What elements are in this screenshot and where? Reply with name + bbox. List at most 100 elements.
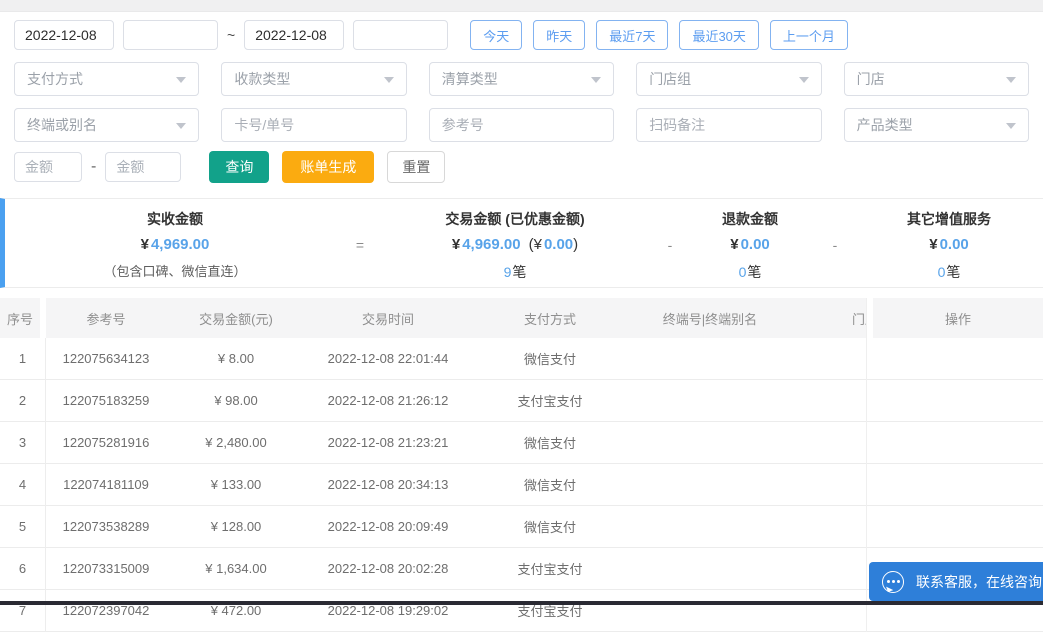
chevron-down-icon [1005,77,1016,83]
chevron-down-icon [176,123,187,129]
cell-terminal [630,338,790,380]
chat-bubble-icon [882,570,904,593]
store-group-select[interactable]: 门店组 [636,62,822,96]
refund-count-number: 0 [738,264,747,280]
end-date-input[interactable] [244,20,345,50]
store-placeholder: 门店 [856,71,885,87]
table-scroll-area[interactable]: 序号 参考号 交易金额(元) 交易时间 支付方式 终端号|终端别名 门店 1 1… [0,298,867,632]
cell-index: 4 [0,464,46,506]
minus-separator: - [667,237,673,253]
cell-actions [867,380,1043,422]
bottom-edge-bar [0,601,1043,605]
amount-action-row: - 查询 账单生成 重置 [14,151,1029,183]
chevron-down-icon [1005,123,1016,129]
summary-refund: 退款金额 ¥0.00 0笔 [685,208,815,280]
amount-max-input[interactable] [105,152,182,182]
amount-min-input[interactable] [14,152,82,182]
received-amount-note: （包含口碑、微信直连） [103,264,247,279]
cell-store [790,380,867,422]
cell-terminal [630,548,790,590]
today-button[interactable]: 今天 [470,20,523,50]
chevron-down-icon [591,77,602,83]
card-number-input[interactable] [221,108,407,142]
summary-received: 实收金额 ¥4,969.00 （包含口碑、微信直连） [5,208,345,280]
refund-amount-value: ¥0.00 [685,230,815,260]
other-count-number: 0 [937,264,946,280]
product-type-placeholder: 产品类型 [856,117,913,133]
table-row: 7 122072397042 ¥ 472.00 2022-12-08 19:29… [0,590,867,632]
quick-range-buttons: 今天 昨天 最近7天 最近30天 上一个月 [470,20,848,50]
cell-index: 6 [0,548,46,590]
cell-actions [867,506,1043,548]
table-row: 3 122075281916 ¥ 2,480.00 2022-12-08 21:… [0,422,867,464]
cell-store [790,590,867,632]
cell-time: 2022-12-08 21:26:12 [306,380,470,422]
terminal-alias-placeholder: 终端或别名 [27,117,97,133]
received-amount-value: ¥4,969.00 [5,230,345,260]
cell-store [790,464,867,506]
chevron-down-icon [798,77,809,83]
cell-terminal [630,380,790,422]
range-separator: ~ [227,27,236,43]
search-button[interactable]: 查询 [209,151,270,183]
discount-number: 0.00 [543,236,574,253]
cell-terminal [630,422,790,464]
col-header-method: 支付方式 [470,298,630,338]
cell-reference: 122075634123 [46,338,166,380]
col-header-terminal: 终端号|终端别名 [630,298,790,338]
settlement-type-select[interactable]: 清算类型 [428,62,615,96]
cell-reference: 122073315009 [46,548,166,590]
customer-service-button[interactable]: 联系客服，在线咨询 [869,562,1043,601]
cell-actions [867,422,1043,464]
discount-close: ) [573,236,579,253]
summary-panel: 实收金额 ¥4,969.00 （包含口碑、微信直连） = 交易金额 (已优惠金额… [0,198,1043,288]
cell-index: 2 [0,380,46,422]
last-month-button[interactable]: 上一个月 [769,20,848,50]
generate-bill-button[interactable]: 账单生成 [282,151,375,183]
receipt-type-select[interactable]: 收款类型 [221,62,407,96]
cell-reference: 122075281916 [46,422,166,464]
start-time-input[interactable] [123,20,218,50]
end-time-input[interactable] [353,20,449,50]
trade-amount-number: 4,969.00 [462,236,521,253]
summary-other: 其它增值服务 ¥0.00 0笔 [855,208,1043,280]
terminal-alias-select[interactable]: 终端或别名 [14,108,200,142]
cell-amount: ¥ 1,634.00 [166,548,306,590]
other-services-label: 其它增值服务 [907,211,991,227]
cell-reference: 122072397042 [46,590,166,632]
cell-terminal [630,590,790,632]
table-row: 6 122073315009 ¥ 1,634.00 2022-12-08 20:… [0,548,867,590]
start-date-input[interactable] [14,20,114,50]
cell-time: 2022-12-08 22:01:44 [306,338,470,380]
scan-remark-input[interactable] [636,108,822,142]
cell-actions [867,464,1043,506]
reset-button[interactable]: 重置 [387,151,446,183]
filter-panel: ~ 今天 昨天 最近7天 最近30天 上一个月 支付方式 收款类型 清算类型 门… [0,20,1043,183]
cell-reference: 122073538289 [46,506,166,548]
equals-separator: = [355,237,365,253]
cell-amount: ¥ 2,480.00 [166,422,306,464]
yesterday-button[interactable]: 昨天 [533,20,586,50]
product-type-select[interactable]: 产品类型 [843,108,1029,142]
yen-sign: ¥ [451,236,461,253]
cell-store [790,338,867,380]
trade-count: 9笔 [375,260,655,284]
refund-amount-label: 退款金额 [722,211,778,227]
chat-dots [891,580,895,583]
cell-terminal [630,506,790,548]
cell-time: 2022-12-08 21:23:21 [306,422,470,464]
col-header-actions: 操作 [867,298,1043,338]
cell-time: 2022-12-08 20:34:13 [306,464,470,506]
other-services-number: 0.00 [939,236,969,253]
reference-number-input[interactable] [428,108,615,142]
last-30-days-button[interactable]: 最近30天 [679,20,759,50]
payment-method-select[interactable]: 支付方式 [14,62,200,96]
payment-method-placeholder: 支付方式 [27,71,83,87]
store-select[interactable]: 门店 [843,62,1029,96]
table-row: 5 122073538289 ¥ 128.00 2022-12-08 20:09… [0,506,867,548]
cell-store [790,548,867,590]
refund-amount-number: 0.00 [740,236,770,253]
chevron-down-icon [176,77,187,83]
last-7-days-button[interactable]: 最近7天 [596,20,669,50]
other-services-count: 0笔 [855,260,1043,284]
